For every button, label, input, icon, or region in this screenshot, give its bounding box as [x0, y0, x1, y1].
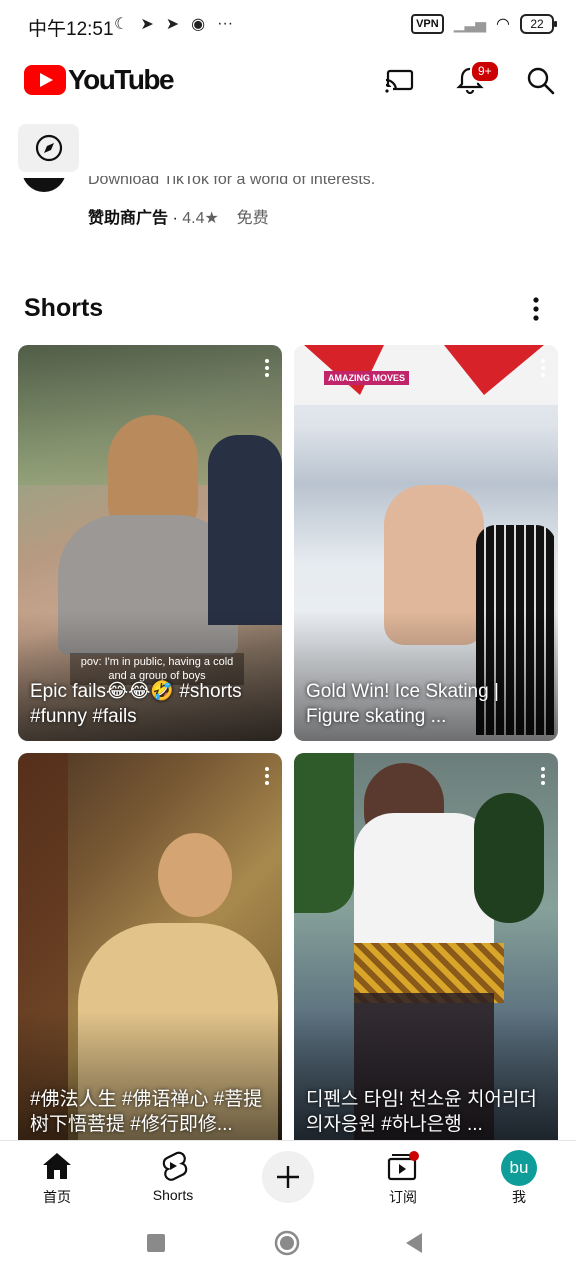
bottom-navigation: 首页 Shorts 订阅 bu 我: [0, 1140, 576, 1219]
short-card[interactable]: #佛法人生 #佛语禅心 #菩提树下悟菩提 #修行即修...: [18, 753, 282, 1141]
short-title: Epic fails😂😂🤣 #shorts #funny #fails: [30, 681, 242, 727]
search-icon[interactable]: [524, 64, 556, 96]
ad-app-icon[interactable]: [22, 178, 66, 192]
signal-icon: ▁▃▅: [453, 15, 487, 32]
home-icon: [43, 1153, 71, 1179]
ad-rating: 4.4★: [182, 210, 219, 227]
telegram-icon: ➤: [165, 16, 180, 33]
compass-icon: [35, 134, 62, 162]
telegram-icon: ➤: [140, 16, 154, 33]
notification-count-badge: 9+: [470, 60, 500, 83]
nav-you-label: 我: [512, 1189, 526, 1205]
short-card[interactable]: 디펜스 타임! 천소윤 치어리더 의자응원 #하나은행 ...: [294, 753, 558, 1141]
ad-meta: 赞助商广告 · 4.4★ 免费: [88, 204, 269, 228]
vpn-badge: VPN: [411, 14, 444, 34]
logo-text: YouTube: [68, 64, 175, 95]
home-circle-icon[interactable]: [274, 1230, 300, 1256]
create-button[interactable]: [262, 1151, 314, 1203]
cast-icon[interactable]: [384, 64, 416, 96]
short-card[interactable]: pov: I'm in public, having a cold and a …: [18, 345, 282, 741]
more-vert-icon[interactable]: [260, 357, 274, 379]
nav-shorts-label: Shorts: [152, 1187, 194, 1203]
more-vert-icon[interactable]: [524, 294, 548, 324]
youtube-logo[interactable]: YouTube: [24, 64, 175, 96]
avatar: bu: [501, 1150, 537, 1186]
back-icon[interactable]: [404, 1232, 424, 1254]
status-right: VPN ▁▃▅ ◠ 22: [411, 14, 557, 34]
status-bar: 中午12:51 ☾ ➤ ➤ ◉ ··· VPN ▁▃▅ ◠ 22: [0, 0, 576, 52]
more-dots-icon: ···: [217, 15, 234, 32]
ad-sponsored-label: 赞助商广告: [88, 210, 169, 227]
video-badge: AMAZING MOVES: [324, 371, 410, 385]
status-time: 中午12:51: [28, 19, 114, 40]
nav-home-label: 首页: [43, 1189, 71, 1205]
shorts-icon: [162, 1151, 188, 1181]
ad-description: Download TikTok for a world of interests…: [88, 176, 376, 188]
nav-subscriptions[interactable]: 订阅: [358, 1149, 448, 1207]
system-navigation-bar: [0, 1218, 576, 1280]
more-vert-icon[interactable]: [536, 357, 550, 379]
ad-separator: ·: [172, 210, 178, 227]
nav-shorts[interactable]: Shorts: [128, 1149, 218, 1203]
more-vert-icon[interactable]: [536, 765, 550, 787]
nav-you[interactable]: bu 我: [474, 1149, 564, 1207]
subscriptions-icon: [387, 1151, 419, 1181]
app-icon: ◉: [191, 16, 206, 33]
wifi-icon: ◠: [496, 16, 510, 33]
more-vert-icon[interactable]: [260, 765, 274, 787]
moon-icon: ☾: [114, 16, 129, 33]
nav-subscriptions-label: 订阅: [389, 1189, 417, 1205]
plus-icon: [277, 1166, 299, 1188]
battery-indicator: 22: [520, 14, 557, 34]
short-title: 디펜스 타임! 천소윤 치어리더 의자응원 #하나은행 ...: [306, 1089, 537, 1135]
ad-price: 免费: [236, 210, 269, 227]
recent-apps-icon[interactable]: [147, 1234, 165, 1252]
status-notification-icons: ☾ ➤ ➤ ◉ ···: [114, 14, 233, 34]
short-title: Gold Win! Ice Skating | Figure skating .…: [306, 681, 499, 727]
youtube-play-icon: [24, 65, 66, 95]
nav-home[interactable]: 首页: [12, 1149, 102, 1207]
explore-button[interactable]: [18, 124, 79, 172]
short-title: #佛法人生 #佛语禅心 #菩提树下悟菩提 #修行即修...: [30, 1089, 263, 1135]
shorts-section-title: Shorts: [24, 294, 104, 322]
short-card[interactable]: AMAZING MOVES Gold Win! Ice Skating | Fi…: [294, 345, 558, 741]
